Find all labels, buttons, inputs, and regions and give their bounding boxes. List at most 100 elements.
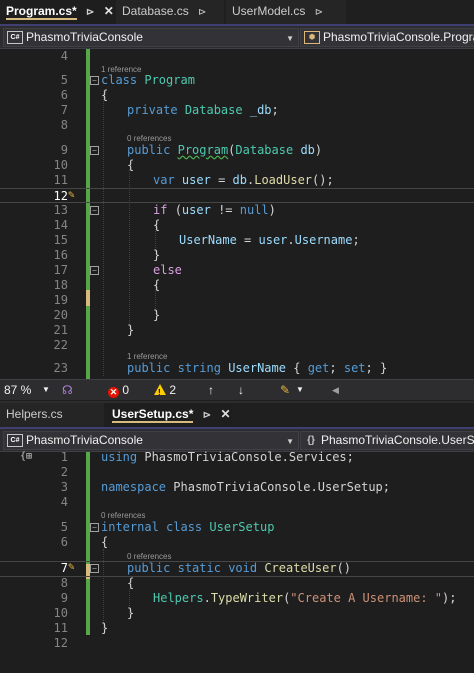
bottom-editor-pane: Helpers.cs UserSetup.cs* ⊳ ✕ C# PhasmoTri… [0,401,474,673]
code-token: Program [177,143,229,157]
code-line: 13 − if (user != null) [0,203,474,218]
code-token: using [101,450,138,464]
class-dropdown[interactable]: ⬢ PhasmoTriviaConsole.Program [300,28,474,47]
close-tab-icon[interactable]: ✕ [220,407,230,421]
collapse-icon[interactable]: − [90,206,99,215]
current-line: 7 ✎ − public static void CreateUser() [0,560,474,577]
code-line: 17 − else [0,263,474,278]
pin-icon[interactable]: ⊳ [315,7,323,18]
csharp-project-icon: C# [7,31,23,45]
code-token: . [287,233,295,247]
code-token: Database [235,143,294,157]
warning-count[interactable]: ! 2 [154,382,176,398]
line-number: 2 [60,465,68,479]
code-line: 5 − class Program [0,73,474,88]
code-token: ; [365,361,373,375]
line-number: 7 [60,561,68,575]
code-token: db [232,173,247,187]
line-number: 9 [60,143,68,157]
code-token: ; [352,233,360,247]
collapse-icon[interactable]: − [90,564,99,573]
code-token: if [153,203,168,217]
collapse-icon[interactable]: − [90,76,99,85]
line-number: 3 [60,480,68,494]
chevron-down-icon[interactable]: ▼ [42,382,50,398]
tab-usermodel-cs[interactable]: UserModel.cs ⊳ [226,0,346,24]
code-text: { [101,535,109,549]
bottom-code-editor[interactable]: {⊞ 1 using PhasmoTriviaConsole.Services;… [0,450,474,672]
code-cleanup-brush-icon[interactable]: ✎ [280,382,290,398]
code-token: user [181,173,211,187]
code-text: { [127,576,135,590]
code-line: 14 { [0,218,474,233]
code-line: 2 [0,465,474,480]
line-number: 10 [53,606,68,620]
code-text: public static void CreateUser() [127,561,351,576]
error-count[interactable]: ✕ 0 [108,382,129,398]
project-name: PhasmoTriviaConsole [26,433,143,447]
pin-icon[interactable]: ⊳ [86,7,94,18]
project-dropdown[interactable]: C# PhasmoTriviaConsole ▼ [3,431,299,450]
pin-icon[interactable]: ⊳ [203,410,211,421]
code-token: UserSetup [209,520,275,534]
copilot-ghost-icon[interactable]: ☊ [62,382,73,398]
code-text: var user = db.LoadUser(); [153,173,334,188]
code-token: public [127,361,171,375]
code-line: 10 } [0,606,474,621]
tab-label: UserModel.cs [232,4,306,18]
code-token: _db [249,103,272,117]
collapse-icon[interactable]: − [90,523,99,532]
tab-program-cs[interactable]: Program.cs* ⊳ ✕ [0,0,116,24]
error-count-value: 0 [122,383,130,397]
tab-helpers-cs[interactable]: Helpers.cs [0,403,104,427]
code-line: 18 { [0,278,474,293]
tab-label: Helpers.cs [6,407,63,421]
code-token: null [239,203,269,217]
line-number: 13 [53,203,68,217]
close-tab-icon[interactable]: ✕ [104,4,114,18]
chevron-down-icon[interactable]: ▼ [296,382,304,398]
quick-actions-brush-icon[interactable]: ✎ [68,560,75,573]
code-token: private [127,103,178,117]
top-code-editor[interactable]: 4 1 reference 5 − class Program 6 { 7 pr… [0,49,474,380]
previous-issue-arrow-icon[interactable]: ↑ [208,382,214,398]
scroll-left-icon[interactable]: ◀ [332,382,339,398]
line-number: 8 [60,118,68,132]
tab-database-cs[interactable]: Database.cs ⊳ [116,0,224,24]
code-token: class [166,520,203,534]
code-token: ); [442,591,457,605]
code-token: PhasmoTriviaConsole.UserSetup [173,480,383,494]
code-line: 10 { [0,158,474,173]
code-text: } [153,308,161,322]
line-number: 15 [53,233,68,247]
line-number: 16 [53,248,68,262]
line-number: 19 [53,293,68,307]
project-dropdown[interactable]: C# PhasmoTriviaConsole ▼ [3,28,299,47]
top-tab-strip: Program.cs* ⊳ ✕ Database.cs ⊳ UserModel.… [0,0,474,24]
line-number: 11 [53,173,68,187]
code-text: } [127,323,135,337]
class-dropdown[interactable]: {} PhasmoTriviaConsole.UserSetup [300,431,474,450]
next-issue-arrow-icon[interactable]: ↓ [238,382,244,398]
line-number: 23 [53,361,68,375]
code-token: Helpers [153,591,204,605]
zoom-level[interactable]: 87 % [4,382,31,398]
line-number: 12 [53,636,68,650]
code-text: UserName = user.Username; [179,233,360,248]
code-token: var [153,173,175,187]
line-number: 4 [60,495,68,509]
code-line: 6 { [0,88,474,103]
code-token: (); [312,173,334,187]
code-token: user [181,203,211,217]
code-line: 11 var user = db.LoadUser(); [0,173,474,188]
quick-actions-brush-icon[interactable]: ✎ [68,188,75,201]
code-token: Program [144,73,195,87]
pin-icon[interactable]: ⊳ [198,7,206,18]
code-line: 20 } [0,308,474,323]
collapse-icon[interactable]: − [90,266,99,275]
code-text: { [153,218,161,232]
code-token: void [228,561,258,575]
tab-usersetup-cs[interactable]: UserSetup.cs* ⊳ ✕ [106,403,232,427]
code-token: ; [271,103,279,117]
collapse-icon[interactable]: − [90,146,99,155]
